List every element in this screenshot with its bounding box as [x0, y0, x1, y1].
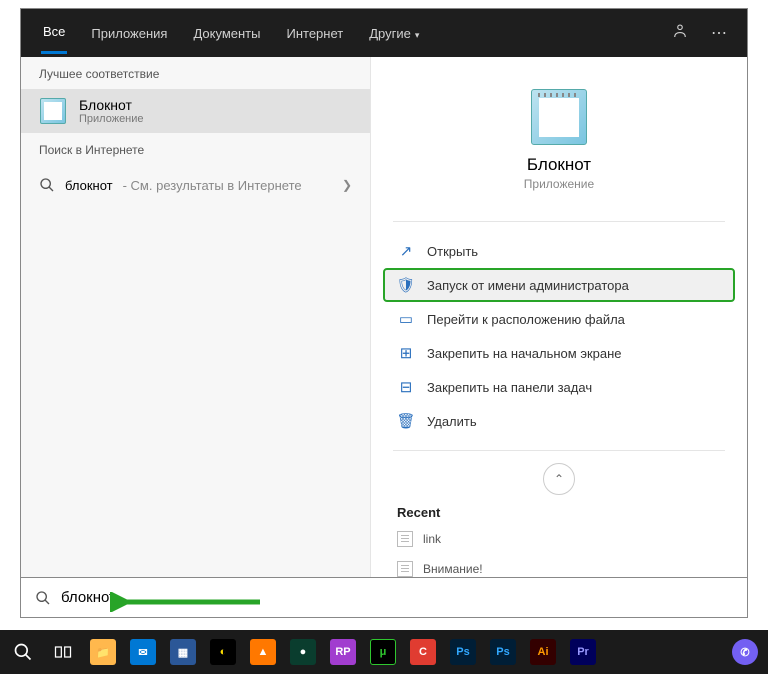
- tab-all[interactable]: Все: [41, 12, 67, 54]
- taskbar-app-photoshop2[interactable]: Ps: [484, 633, 522, 671]
- tab-web[interactable]: Интернет: [284, 14, 345, 53]
- taskbar-app-mail[interactable]: ✉: [124, 633, 162, 671]
- chevron-right-icon: ❯: [342, 178, 352, 192]
- expand-up-button[interactable]: ⌃: [543, 463, 575, 495]
- preview-pane: Блокнот Приложение ↗ Открыть 🛡 Запуск от…: [371, 57, 747, 577]
- taskbar-search-button[interactable]: [4, 633, 42, 671]
- folder-icon: ▭: [397, 310, 415, 328]
- web-result-hint: - См. результаты в Интернете: [123, 178, 302, 193]
- taskbar-app-utorrent[interactable]: μ: [364, 633, 402, 671]
- web-search-label: Поиск в Интернете: [21, 133, 370, 165]
- search-tabs-header: Все Приложения Документы Интернет Другие…: [21, 9, 747, 57]
- recent-item[interactable]: link: [371, 524, 747, 554]
- result-notepad[interactable]: Блокнот Приложение: [21, 89, 370, 133]
- pin-start-icon: ⊞: [397, 344, 415, 362]
- search-panel: Все Приложения Документы Интернет Другие…: [20, 8, 748, 578]
- search-icon: [35, 590, 51, 606]
- trash-icon: 🗑: [397, 412, 415, 430]
- taskbar-app-explorer[interactable]: 📁: [84, 633, 122, 671]
- taskbar-app-photoshop[interactable]: Ps: [444, 633, 482, 671]
- action-pin-taskbar-label: Закрепить на панели задач: [427, 380, 592, 395]
- best-match-label: Лучшее соответствие: [21, 57, 370, 89]
- search-input[interactable]: [61, 589, 733, 606]
- tab-documents[interactable]: Документы: [191, 14, 262, 53]
- taskbar-app-rp[interactable]: RP: [324, 633, 362, 671]
- results-sidebar: Лучшее соответствие Блокнот Приложение П…: [21, 57, 371, 577]
- taskbar-app-viber[interactable]: ✆: [726, 633, 764, 671]
- action-open[interactable]: ↗ Открыть: [383, 234, 735, 268]
- document-icon: [397, 531, 413, 547]
- action-open-label: Открыть: [427, 244, 478, 259]
- action-uninstall[interactable]: 🗑 Удалить: [383, 404, 735, 438]
- chevron-down-icon: ▾: [415, 30, 420, 40]
- feedback-icon[interactable]: [671, 22, 689, 45]
- tab-apps[interactable]: Приложения: [89, 14, 169, 53]
- preview-title: Блокнот: [371, 155, 747, 175]
- action-pin-start[interactable]: ⊞ Закрепить на начальном экране: [383, 336, 735, 370]
- taskbar-app-calculator[interactable]: ▦: [164, 633, 202, 671]
- recent-item-label: Внимание!: [423, 562, 483, 576]
- action-open-location-label: Перейти к расположению файла: [427, 312, 625, 327]
- divider: [393, 221, 725, 222]
- admin-shield-icon: 🛡: [397, 276, 415, 294]
- action-pin-start-label: Закрепить на начальном экране: [427, 346, 622, 361]
- recent-label: Recent: [371, 497, 747, 524]
- taskbar-taskview-button[interactable]: [44, 633, 82, 671]
- taskbar: 📁 ✉ ▦ ◐ ▲ ● RP μ C Ps Ps Ai Pr ✆: [0, 630, 768, 674]
- action-open-file-location[interactable]: ▭ Перейти к расположению файла: [383, 302, 735, 336]
- action-run-as-admin-label: Запуск от имени администратора: [427, 278, 629, 293]
- search-bar[interactable]: [20, 578, 748, 618]
- tab-more[interactable]: Другие▾: [367, 14, 421, 53]
- notepad-large-icon: [531, 89, 587, 145]
- web-result-term: блокнот: [65, 178, 113, 193]
- action-uninstall-label: Удалить: [427, 414, 477, 429]
- taskbar-app-yandex[interactable]: ◐: [204, 633, 242, 671]
- recent-item[interactable]: Внимание!: [371, 554, 747, 577]
- taskbar-app-avast[interactable]: ▲: [244, 633, 282, 671]
- open-icon: ↗: [397, 242, 415, 260]
- action-run-as-admin[interactable]: 🛡 Запуск от имени администратора: [383, 268, 735, 302]
- more-options-icon[interactable]: ⋯: [711, 23, 727, 43]
- taskbar-app-green[interactable]: ●: [284, 633, 322, 671]
- action-pin-taskbar[interactable]: ⊟ Закрепить на панели задач: [383, 370, 735, 404]
- document-icon: [397, 561, 413, 577]
- search-icon: [39, 177, 55, 193]
- pin-taskbar-icon: ⊟: [397, 378, 415, 396]
- divider: [393, 450, 725, 451]
- preview-subtitle: Приложение: [371, 177, 747, 191]
- recent-item-label: link: [423, 532, 441, 546]
- notepad-icon: [39, 97, 67, 125]
- taskbar-app-ccleaner[interactable]: C: [404, 633, 442, 671]
- taskbar-app-illustrator[interactable]: Ai: [524, 633, 562, 671]
- web-result-row[interactable]: блокнот - См. результаты в Интернете ❯: [21, 165, 370, 205]
- result-subtitle: Приложение: [79, 113, 144, 125]
- taskbar-app-premiere[interactable]: Pr: [564, 633, 602, 671]
- result-title: Блокнот: [79, 97, 144, 113]
